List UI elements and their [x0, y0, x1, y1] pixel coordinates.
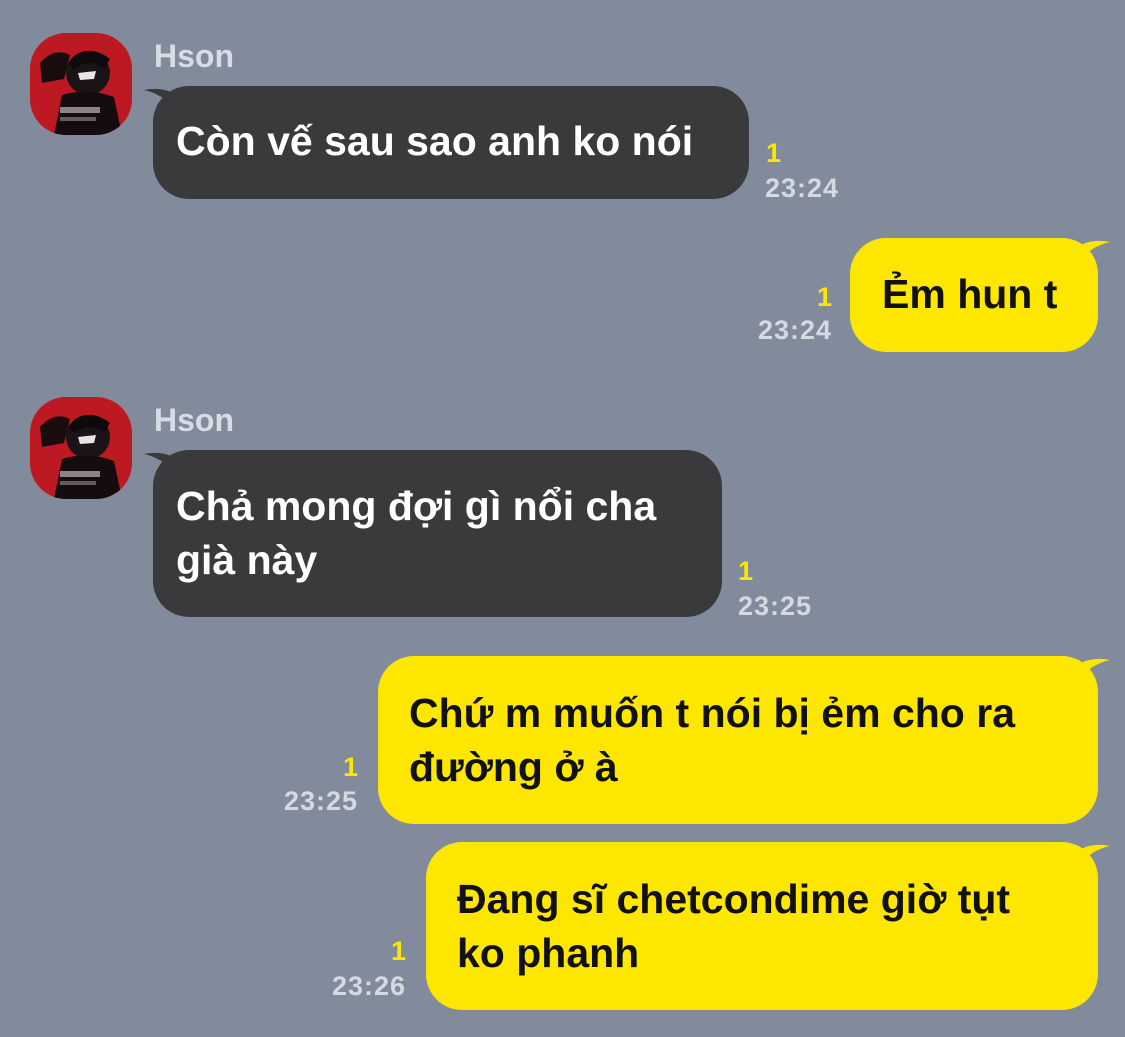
unread-count: 1: [738, 556, 754, 586]
bubble-tail: [1076, 240, 1110, 270]
avatar[interactable]: [30, 33, 132, 135]
unread-count: 1: [390, 936, 406, 966]
profile-photo-icon: [30, 33, 132, 135]
sender-name: Hson: [154, 38, 234, 74]
message-text-line: Chứ m muốn t nói bị ẻm cho ra: [409, 690, 1015, 736]
message-text: Ẻm hun t: [882, 271, 1058, 317]
message-time: 23:25: [738, 591, 813, 621]
message-bubble-incoming[interactable]: Còn vế sau sao anh ko nói: [153, 86, 749, 199]
unread-count: 1: [766, 138, 782, 168]
message-text: Còn vế sau sao anh ko nói: [176, 118, 694, 164]
chat-screen: { "contact": { "name": "Hson" }, "messag…: [0, 0, 1125, 1037]
bubble-tail: [1076, 658, 1110, 688]
message-bubble-outgoing[interactable]: Chứ m muốn t nói bị ẻm cho ra đường ở à: [378, 656, 1098, 824]
unread-count: 1: [816, 282, 832, 312]
message-text-line: ko phanh: [457, 930, 640, 976]
message-bubble-incoming[interactable]: Chả mong đợi gì nổi cha già này: [153, 450, 722, 617]
message-text-line: già này: [176, 537, 318, 583]
message-time: 23:24: [765, 173, 840, 203]
avatar[interactable]: [30, 397, 132, 499]
unread-count: 1: [342, 752, 358, 782]
message-text-line: đường ở à: [409, 744, 618, 790]
message-bubble-outgoing[interactable]: Đang sĩ chetcondime giờ tụt ko phanh: [426, 842, 1098, 1010]
message-time: 23:25: [283, 786, 358, 816]
message-time: 23:24: [757, 315, 832, 345]
bubble-tail: [1076, 844, 1110, 874]
profile-photo-icon: [30, 397, 132, 499]
message-text-line: Đang sĩ chetcondime giờ tụt: [457, 876, 1011, 922]
message-text-line: Chả mong đợi gì nổi cha: [176, 483, 657, 529]
message-time: 23:26: [331, 971, 406, 1001]
sender-name: Hson: [154, 402, 234, 438]
message-bubble-outgoing[interactable]: Ẻm hun t: [850, 238, 1098, 352]
